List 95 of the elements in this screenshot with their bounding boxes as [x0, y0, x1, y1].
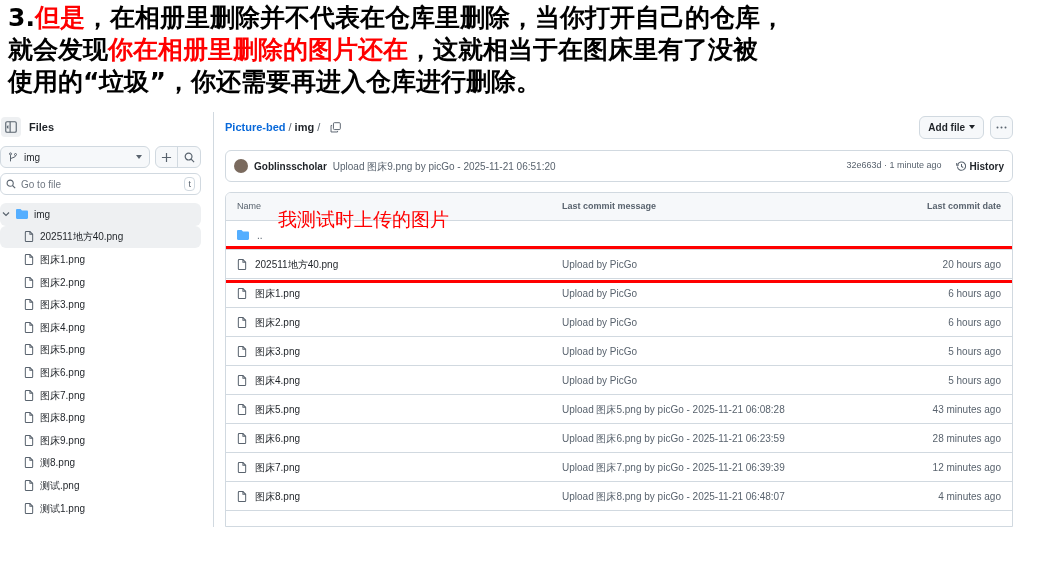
file-icon: [237, 490, 247, 502]
branch-icon: [8, 152, 18, 162]
commit-date: 4 minutes ago: [938, 489, 1001, 504]
file-icon: [24, 366, 34, 378]
commit-message-link[interactable]: Upload by PicGo: [562, 314, 841, 330]
history-button[interactable]: History: [955, 158, 1004, 174]
commit-message[interactable]: Upload 图床9.png by picGo - 2025-11-21 06:51:20: [332, 158, 841, 174]
tree-file[interactable]: 图床9.png: [0, 428, 201, 452]
commit-message-link[interactable]: Upload by PicGo: [562, 285, 841, 301]
file-name-link[interactable]: 图床5.png: [255, 401, 301, 417]
repo-link[interactable]: Picture-bed: [225, 118, 286, 136]
file-icon: [237, 258, 247, 270]
column-header: Name: [237, 199, 262, 213]
commit-message-link[interactable]: Upload 图床6.png by picGo - 2025-11-21 06:23:59: [562, 430, 841, 446]
tree-file[interactable]: 图床7.png: [0, 383, 201, 407]
commit-date: 28 minutes ago: [932, 431, 1001, 446]
path-separator: /: [317, 119, 321, 135]
copy-icon[interactable]: [330, 121, 342, 133]
go-to-file-field[interactable]: Go to file t: [0, 173, 201, 195]
tree-file[interactable]: 图床4.png: [0, 315, 201, 339]
path-separator: /: [288, 119, 292, 135]
file-name-link[interactable]: 图床8.png: [255, 488, 301, 504]
file-icon: [237, 374, 247, 386]
file-icon: [24, 434, 34, 446]
slide-heading: 3.但是，在相册里删除并不代表在仓库里删除，当你打开自己的仓库， 就会发现你在相册里删除的图片还在，这就相当于在图床里有了没被 使用的“垃圾”，你还需要再进入仓库进行删除。: [6, 2, 786, 98]
caret-icon: [969, 125, 975, 129]
folder-icon: [16, 209, 28, 220]
tree-file[interactable]: 图床8.png: [0, 406, 201, 429]
tree-file[interactable]: 图床3.png: [0, 293, 201, 316]
commit-date: 43 minutes ago: [932, 402, 1001, 417]
file-icon: [237, 461, 247, 473]
parent-directory-link[interactable]: ..: [257, 227, 263, 243]
tree-file[interactable]: 图床2.png: [0, 270, 201, 294]
file-icon: [24, 457, 34, 469]
tree-file[interactable]: 测试1.png: [0, 496, 201, 520]
commit-date: 6 hours ago: [948, 286, 1001, 301]
file-icon: [24, 276, 34, 288]
tree-file[interactable]: 图床5.png: [0, 338, 201, 362]
search-icon: [6, 179, 16, 189]
tree-file[interactable]: 202511地方40.png: [0, 225, 201, 249]
add-file-button[interactable]: Add file: [919, 115, 984, 139]
commit-message-link[interactable]: Upload 图床7.png by picGo - 2025-11-21 06:39:39: [562, 459, 841, 475]
file-icon: [24, 389, 34, 401]
tree-file[interactable]: 测试.png: [0, 474, 201, 497]
commit-message-link[interactable]: Upload by PicGo: [562, 343, 841, 359]
commit-author[interactable]: Goblinsscholar: [254, 158, 327, 174]
folder-icon: [237, 230, 249, 240]
file-name-link[interactable]: 图床2.png: [255, 314, 301, 330]
commit-message-link[interactable]: Upload 图床8.png by picGo - 2025-11-21 06:48:07: [562, 488, 841, 504]
file-name-link[interactable]: 图床7.png: [255, 459, 301, 475]
file-icon: [24, 479, 34, 491]
history-icon: [955, 160, 967, 172]
annotation-text: 我测试时上传的图片: [278, 207, 449, 231]
commit-date: 20 hours ago: [942, 257, 1001, 272]
file-name-link[interactable]: 图床4.png: [255, 372, 301, 388]
commit-message-link[interactable]: Upload by PicGo: [562, 256, 841, 272]
more-icon: [996, 125, 1007, 129]
go-to-file-input[interactable]: Go to file: [21, 176, 180, 192]
keyboard-shortcut: t: [184, 177, 195, 191]
file-icon: [24, 231, 34, 243]
tree-file[interactable]: 测8.png: [0, 451, 201, 475]
commit-date: 5 hours ago: [948, 373, 1001, 388]
tree-file[interactable]: 图床6.png: [0, 361, 201, 384]
sidebar-title: Files: [29, 119, 55, 135]
file-icon: [237, 345, 247, 357]
avatar: [234, 159, 248, 173]
file-icon: [237, 403, 247, 415]
file-name-link[interactable]: 202511地方40.png: [255, 256, 339, 272]
commit-meta: 32e663d · 1 minute ago: [846, 159, 942, 173]
file-name-link[interactable]: 图床6.png: [255, 430, 301, 446]
file-icon: [24, 412, 34, 424]
file-icon: [237, 287, 247, 299]
file-icon: [24, 344, 34, 356]
current-folder: img: [294, 119, 315, 135]
file-icon: [24, 254, 34, 265]
tree-folder[interactable]: img: [0, 203, 201, 226]
file-icon: [237, 316, 247, 328]
file-icon: [24, 299, 34, 311]
column-header: Last commit message: [562, 199, 658, 213]
column-header: Last commit date: [926, 199, 1001, 213]
commit-date: 6 hours ago: [948, 315, 1001, 330]
caret-icon: [136, 155, 142, 159]
file-name-link[interactable]: 图床3.png: [255, 343, 301, 359]
commit-message-link[interactable]: Upload by PicGo: [562, 372, 841, 388]
commit-date: 5 hours ago: [948, 344, 1001, 359]
chevron-icon: [2, 210, 10, 219]
commit-date: 12 minutes ago: [932, 460, 1001, 475]
file-name-link[interactable]: 图床1.png: [255, 285, 301, 301]
sidebar-toggle-icon[interactable]: [1, 117, 21, 137]
commit-message-link[interactable]: Upload 图床5.png by picGo - 2025-11-21 06:08:28: [562, 401, 841, 417]
file-icon: [24, 321, 34, 333]
file-icon: [237, 432, 247, 444]
tree-file[interactable]: 图床1.png: [0, 248, 201, 271]
file-icon: [24, 502, 34, 514]
branch-selector[interactable]: img: [0, 146, 150, 168]
